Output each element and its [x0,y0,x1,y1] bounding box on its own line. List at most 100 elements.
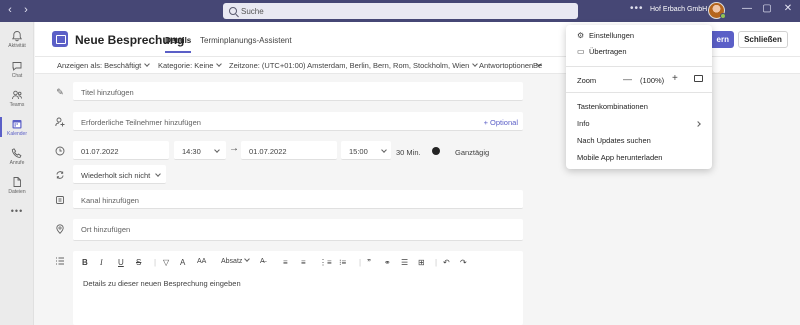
pencil-icon: ✎ [56,87,64,97]
horizontal-rule-icon[interactable]: ☰ [401,258,408,267]
repeat-dropdown[interactable]: Wiederholt sich nicht [73,165,166,184]
table-icon[interactable]: ⊞ [418,258,425,267]
underline-icon[interactable]: U [118,258,124,267]
end-time-input[interactable]: 15:00 [341,141,391,160]
restore-icon[interactable]: ▢ [761,3,773,14]
timezone-dropdown[interactable]: Zeitzone: (UTC+01:00) Amsterdam, Berlin,… [229,61,479,70]
highlight-icon[interactable]: ▽ [163,258,169,267]
bell-icon [12,31,22,42]
zoom-out-button[interactable]: — [623,74,632,84]
rail-more-icon[interactable]: ••• [0,206,34,216]
cast-icon: ▭ [577,47,585,56]
location-input[interactable]: Ort hinzufügen [73,219,523,241]
font-color-icon[interactable]: A [180,258,185,267]
start-time-value: 14:30 [182,147,201,156]
all-day-toggle[interactable] [432,147,440,155]
channel-input[interactable]: Kanal hinzufügen [73,190,523,209]
back-icon[interactable]: ‹ [3,4,17,16]
minimize-icon[interactable]: — [741,3,753,14]
search-placeholder: Suche [241,6,264,16]
toolbar-divider: | [154,258,157,267]
optional-attendees-link[interactable]: + Optional [484,118,518,127]
forward-icon[interactable]: › [19,4,33,16]
close-window-icon[interactable]: ✕ [782,3,794,14]
truncated-option[interactable]: Be [533,61,542,70]
rail-item-activity[interactable]: Aktivität [0,30,34,49]
tab-scheduling-assistant[interactable]: Terminplanungs-Assistent [200,36,292,45]
chevron-down-icon [144,61,151,67]
start-date-input[interactable]: 01.07.2022 [73,141,169,160]
bold-icon[interactable]: B [82,258,88,267]
chevron-down-icon [244,256,251,262]
avatar[interactable] [708,2,726,19]
menu-item-check-updates[interactable]: Nach Updates suchen [566,134,712,148]
org-name: Hof Erbach GmbH [650,6,708,13]
menu-item-settings[interactable]: ⚙ Einstellungen [566,29,712,43]
strikethrough-icon[interactable]: S [136,258,141,267]
chevron-down-icon [213,147,220,153]
teams-icon [12,90,22,100]
link-icon[interactable]: ⚭ [384,258,391,267]
rail-item-teams[interactable]: Teams [0,89,34,108]
bullet-list-icon[interactable]: ⋮≡ [319,258,332,267]
end-time-value: 15:00 [349,147,368,156]
increase-indent-icon[interactable]: ≡ [301,258,306,267]
chevron-down-icon [155,171,162,177]
rail-label: Dateien [8,189,26,195]
add-person-icon [55,117,65,127]
clock-icon [55,146,65,156]
channel-placeholder: Kanal hinzufügen [81,196,139,205]
title-input[interactable]: Titel hinzufügen [73,82,523,101]
menu-divider [566,92,712,93]
zoom-in-button[interactable]: + [672,73,678,84]
quote-icon[interactable]: ” [367,258,371,267]
close-button[interactable]: Schließen [738,31,788,48]
menu-item-label: Tastenkombinationen [577,102,648,111]
rail-item-files[interactable]: Dateien [0,176,34,195]
chevron-down-icon [380,147,387,153]
menu-item-info[interactable]: Info [566,117,712,131]
search-input[interactable]: Suche [223,3,578,19]
rail-label: Teams [9,102,25,108]
decrease-indent-icon[interactable]: ≡ [283,258,288,267]
category-dropdown[interactable]: Kategorie: Keine [158,61,223,70]
show-as-label: Anzeigen als: Beschäftigt [57,61,142,70]
end-date-input[interactable]: 01.07.2022 [241,141,337,160]
start-time-input[interactable]: 14:30 [174,141,226,160]
numbered-list-icon[interactable]: ⁝≡ [339,258,346,267]
italic-icon[interactable]: I [100,258,103,267]
duration-label: 30 Min. [396,148,421,157]
redo-icon[interactable]: ↷ [460,258,467,267]
rail-label: Chat [11,73,23,79]
rail-label: Anrufe [9,160,25,166]
menu-item-label: Einstellungen [589,31,635,40]
paragraph-dropdown[interactable]: Absatz [221,256,251,265]
rail-item-calls[interactable]: Anrufe [0,147,34,166]
toolbar-divider: | [435,258,438,267]
phone-icon [11,148,22,158]
menu-item-shortcuts[interactable]: Tastenkombinationen [566,100,712,114]
repeat-icon [56,171,64,179]
timezone-label: Zeitzone: (UTC+01:00) Amsterdam, Berlin,… [229,61,470,70]
menu-divider [566,66,712,67]
rail-item-calendar[interactable]: Kalender [0,117,34,137]
search-icon [229,7,237,15]
menu-item-mobile-app[interactable]: Mobile App herunterladen [566,151,712,165]
font-size-icon[interactable]: AA [197,258,206,265]
undo-icon[interactable]: ↶ [443,258,450,267]
menu-item-label: Übertragen [589,47,627,56]
reply-options-dropdown[interactable]: Antwortoptionen [479,61,543,70]
fullscreen-icon[interactable] [694,75,703,82]
tab-details[interactable]: Details [165,36,192,53]
details-editor[interactable]: B I U S | ▽ A AA Absatz A̶ ≡ ≡ ⋮≡ ⁝≡ | ”… [73,251,523,325]
more-options-icon[interactable]: ••• [630,3,644,14]
menu-item-cast[interactable]: ▭ Übertragen [566,45,712,59]
end-date-value: 01.07.2022 [249,147,287,156]
rail-label: Kalender [6,131,27,137]
attendees-input[interactable]: Erforderliche Teilnehmer hinzufügen + Op… [73,112,523,131]
chat-icon [12,62,22,71]
rail-item-chat[interactable]: Chat [0,60,34,79]
clear-formatting-icon[interactable]: A̶ [260,258,265,265]
show-as-dropdown[interactable]: Anzeigen als: Beschäftigt [57,61,151,70]
menu-item-label: Mobile App herunterladen [577,153,663,162]
